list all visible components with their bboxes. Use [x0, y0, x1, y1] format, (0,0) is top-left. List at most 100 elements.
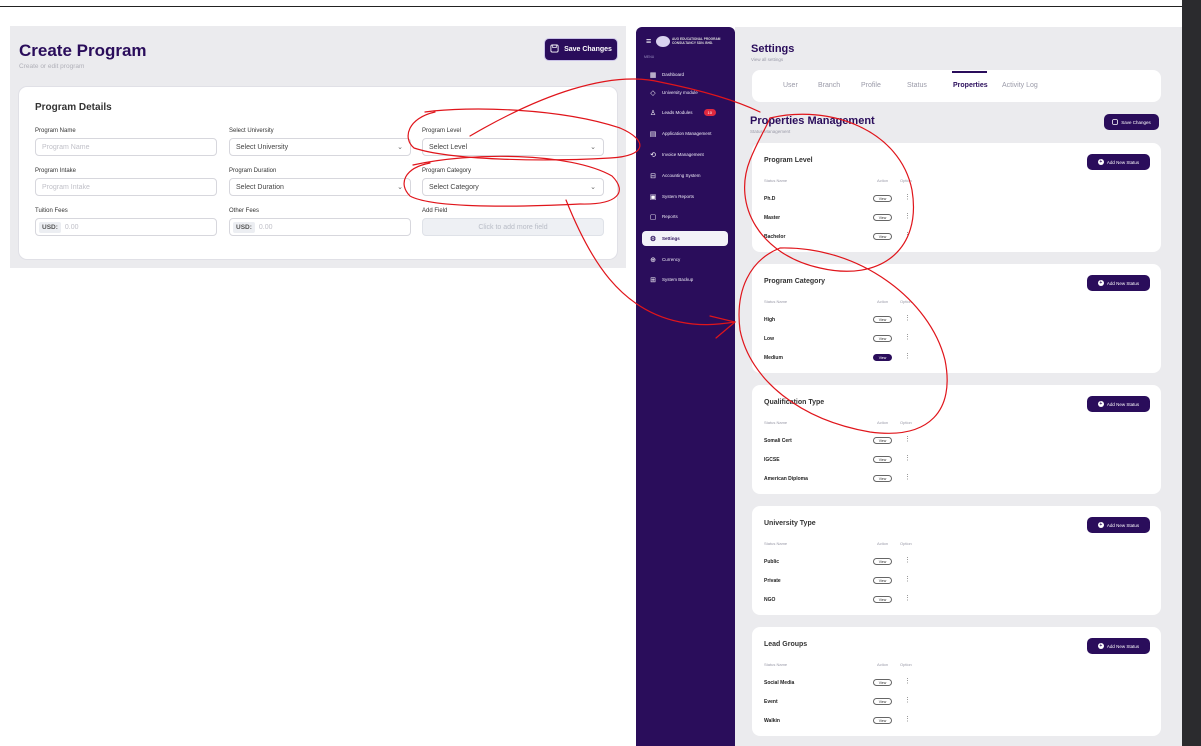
more-options-icon[interactable]: ⋮ [904, 474, 911, 481]
view-button[interactable]: View [873, 577, 892, 584]
save-icon [1112, 118, 1119, 126]
view-button[interactable]: View [873, 437, 892, 444]
more-options-icon[interactable]: ⋮ [904, 716, 911, 723]
tuition-fees-input[interactable]: USD: 0.00 [35, 218, 217, 236]
other-fees-input[interactable]: USD: 0.00 [229, 218, 411, 236]
panel-title: Program Category [764, 278, 826, 285]
view-button[interactable]: View [873, 335, 892, 342]
properties-title: Properties Management [750, 115, 875, 127]
sidebar-item-currency[interactable]: ⊕ Currency [642, 252, 728, 267]
add-new-status-button[interactable]: + Add New Status [1087, 275, 1150, 291]
sidebar-item-reports[interactable]: ▢ Reports [642, 209, 728, 224]
more-options-icon[interactable]: ⋮ [904, 194, 911, 201]
sidebar-item-settings[interactable]: ⚙ Settings [642, 231, 728, 246]
add-new-status-button[interactable]: + Add New Status [1087, 517, 1150, 533]
sidebar-item-label: Leads Modules [662, 110, 693, 115]
view-button[interactable]: View [873, 316, 892, 323]
column-header-option: Option [900, 420, 912, 425]
add-new-status-button[interactable]: + Add New Status [1087, 638, 1150, 654]
sidebar-item-system-reports[interactable]: ▣ System Reports [642, 189, 728, 204]
panel-title: Lead Groups [764, 641, 808, 648]
column-header-action: Action [877, 299, 889, 304]
view-button[interactable]: View [873, 233, 892, 240]
backup-icon: ⊞ [650, 276, 656, 284]
view-button[interactable]: View [873, 558, 892, 565]
sidebar-item-leads-modules[interactable]: ♙ Leads Modules 10 [642, 105, 728, 120]
window-edge [1182, 0, 1201, 746]
page-subtitle: Create or edit program [19, 63, 85, 70]
panel-title: Qualification Type [764, 399, 825, 406]
select-university-label: Select University [229, 128, 274, 134]
more-options-icon[interactable]: ⋮ [904, 557, 911, 564]
view-button[interactable]: View [873, 195, 892, 202]
sidebar-item-system-backup[interactable]: ⊞ System Backup [642, 272, 728, 287]
column-header-action: Action [877, 541, 889, 546]
view-button[interactable]: View [873, 717, 892, 724]
view-button[interactable]: View [873, 214, 892, 221]
currency-prefix: USD: [39, 221, 61, 233]
program-category-panel: Program Category + Add New Status Status Na… [752, 264, 1161, 373]
program-name-input[interactable]: Program Name [35, 138, 217, 156]
more-options-icon[interactable]: ⋮ [904, 697, 911, 704]
column-header-option: Option [900, 299, 912, 304]
view-button[interactable]: View [873, 596, 892, 603]
column-header-status-name: Status Name [764, 541, 788, 546]
tab-properties[interactable]: Properties [953, 82, 988, 89]
more-options-icon[interactable]: ⋮ [904, 334, 911, 341]
card-title: Program Details [35, 102, 112, 113]
more-options-icon[interactable]: ⋮ [904, 576, 911, 583]
status-name: Bachelor [764, 234, 786, 240]
other-fees-placeholder: 0.00 [258, 223, 273, 231]
tab-profile[interactable]: Profile [861, 82, 881, 89]
tab-user[interactable]: User [783, 82, 798, 89]
menu-toggle-icon[interactable]: ≡ [646, 36, 651, 46]
sidebar-item-label: Accounting System [662, 173, 701, 178]
program-level-dropdown[interactable]: Select Level ⌄ [422, 138, 604, 156]
add-field-label: Add Field [422, 208, 448, 214]
more-options-icon[interactable]: ⋮ [904, 455, 911, 462]
select-university-dropdown[interactable]: Select University ⌄ [229, 138, 411, 156]
more-options-icon[interactable]: ⋮ [904, 213, 911, 220]
sidebar-item-invoice-management[interactable]: ⟲ Invoice Management [642, 147, 728, 162]
report-icon: ▣ [649, 193, 657, 201]
more-options-icon[interactable]: ⋮ [904, 436, 911, 443]
properties-subtitle: Status Management [750, 129, 791, 134]
column-header-status-name: Status Name [764, 299, 788, 304]
tab-branch[interactable]: Branch [818, 82, 840, 89]
document-icon: ▤ [649, 130, 657, 138]
qualification-type-panel: Qualification Type + Add New Status Status … [752, 385, 1161, 494]
sidebar-item-accounting-system[interactable]: ⊟ Accounting System [642, 168, 728, 183]
more-options-icon[interactable]: ⋮ [904, 353, 911, 360]
view-button[interactable]: View [873, 475, 892, 482]
more-options-icon[interactable]: ⋮ [904, 678, 911, 685]
save-changes-button[interactable]: Save Changes [544, 38, 618, 61]
save-icon [550, 44, 559, 55]
program-intake-input[interactable]: Program Intake [35, 178, 217, 196]
more-options-icon[interactable]: ⋮ [904, 595, 911, 602]
view-button[interactable]: View [873, 354, 892, 361]
add-field-button[interactable]: Click to add more field [422, 218, 604, 236]
tab-status[interactable]: Status [907, 82, 927, 89]
tab-activity-log[interactable]: Activity Log [1002, 82, 1038, 89]
sidebar-item-dashboard[interactable]: ▦ Dashboard [642, 67, 728, 82]
plus-icon: + [1097, 159, 1104, 165]
panel-title: University Type [764, 520, 816, 527]
sidebar-item-application-management[interactable]: ▤ Application Management [642, 126, 728, 141]
view-button[interactable]: View [873, 698, 892, 705]
add-new-status-button[interactable]: + Add New Status [1087, 154, 1150, 170]
more-options-icon[interactable]: ⋮ [904, 232, 911, 239]
sidebar-item-university-module[interactable]: ◇ University module [642, 85, 728, 100]
program-duration-dropdown[interactable]: Select Duration ⌄ [229, 178, 411, 196]
add-new-status-button[interactable]: + Add New Status [1087, 396, 1150, 412]
program-category-dropdown[interactable]: Select Category ⌄ [422, 178, 604, 196]
status-name: High [764, 317, 776, 323]
other-fees-label: Other Fees [229, 208, 260, 214]
sidebar-item-label: System Backup [662, 277, 694, 282]
view-button[interactable]: View [873, 456, 892, 463]
more-options-icon[interactable]: ⋮ [904, 315, 911, 322]
view-button[interactable]: View [873, 679, 892, 686]
accounting-icon: ⊟ [650, 172, 656, 180]
column-header-option: Option [900, 662, 912, 667]
properties-save-button[interactable]: Save Changes [1104, 114, 1159, 130]
status-name: Medium [764, 355, 783, 361]
